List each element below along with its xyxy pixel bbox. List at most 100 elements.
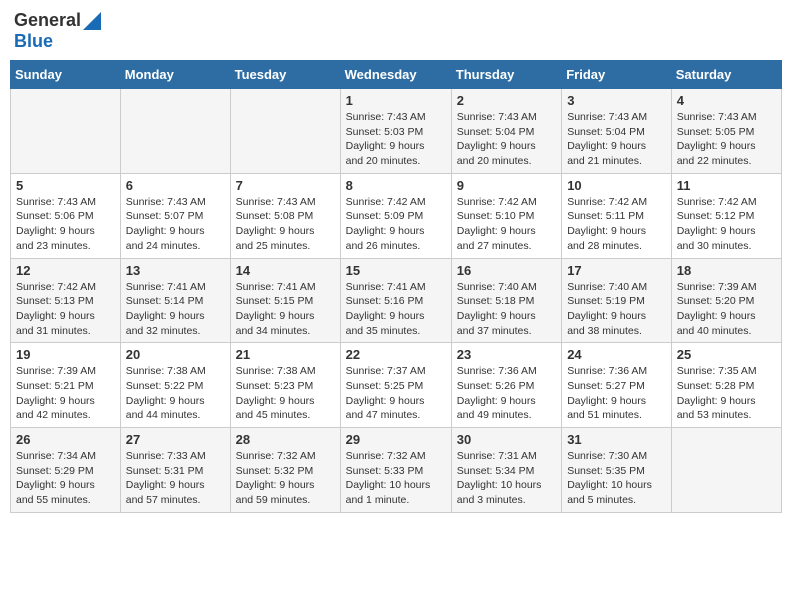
- calendar-cell: 12 Sunrise: 7:42 AM Sunset: 5:13 PM Dayli…: [11, 258, 121, 343]
- day-info: Sunrise: 7:30 AM Sunset: 5:35 PM Dayligh…: [567, 449, 666, 508]
- calendar-cell: 25 Sunrise: 7:35 AM Sunset: 5:28 PM Dayli…: [671, 343, 781, 428]
- weekday-header-wednesday: Wednesday: [340, 61, 451, 89]
- calendar-cell: [120, 89, 230, 174]
- calendar-cell: 21Sunrise: 7:38 AM Sunset: 5:23 PM Dayli…: [230, 343, 340, 428]
- calendar-cell: 15 Sunrise: 7:41 AM Sunset: 5:16 PM Dayli…: [340, 258, 451, 343]
- calendar-cell: 6Sunrise: 7:43 AM Sunset: 5:07 PM Daylig…: [120, 173, 230, 258]
- day-info: Sunrise: 7:42 AM Sunset: 5:13 PM Dayligh…: [16, 280, 115, 339]
- calendar-cell: 20 Sunrise: 7:38 AM Sunset: 5:22 PM Dayli…: [120, 343, 230, 428]
- calendar-cell: 22 Sunrise: 7:37 AM Sunset: 5:25 PM Dayli…: [340, 343, 451, 428]
- day-number: 10: [567, 178, 666, 193]
- calendar-cell: 18 Sunrise: 7:39 AM Sunset: 5:20 PM Dayli…: [671, 258, 781, 343]
- day-number: 28: [236, 432, 335, 447]
- day-number: 2: [457, 93, 556, 108]
- day-info: Sunrise: 7:33 AM Sunset: 5:31 PM Dayligh…: [126, 449, 225, 508]
- day-info: Sunrise: 7:39 AM Sunset: 5:20 PM Dayligh…: [677, 280, 776, 339]
- day-number: 7: [236, 178, 335, 193]
- day-number: 23: [457, 347, 556, 362]
- day-number: 5: [16, 178, 115, 193]
- logo-general-text: General: [14, 10, 81, 31]
- day-number: 9: [457, 178, 556, 193]
- day-info: Sunrise: 7:42 AM Sunset: 5:11 PM Dayligh…: [567, 195, 666, 254]
- day-info: Sunrise: 7:37 AM Sunset: 5:25 PM Dayligh…: [346, 364, 446, 423]
- day-number: 14: [236, 263, 335, 278]
- weekday-header-thursday: Thursday: [451, 61, 561, 89]
- calendar-cell: 11 Sunrise: 7:42 AM Sunset: 5:12 PM Dayli…: [671, 173, 781, 258]
- calendar-cell: 31Sunrise: 7:30 AM Sunset: 5:35 PM Dayli…: [562, 428, 672, 513]
- day-info: Sunrise: 7:43 AM Sunset: 5:04 PM Dayligh…: [457, 110, 556, 169]
- calendar-cell: 1 Sunrise: 7:43 AM Sunset: 5:03 PM Daylig…: [340, 89, 451, 174]
- day-info: Sunrise: 7:32 AM Sunset: 5:32 PM Dayligh…: [236, 449, 335, 508]
- day-info: Sunrise: 7:35 AM Sunset: 5:28 PM Dayligh…: [677, 364, 776, 423]
- day-info: Sunrise: 7:41 AM Sunset: 5:16 PM Dayligh…: [346, 280, 446, 339]
- calendar-cell: 10 Sunrise: 7:42 AM Sunset: 5:11 PM Dayli…: [562, 173, 672, 258]
- calendar-cell: 13Sunrise: 7:41 AM Sunset: 5:14 PM Dayli…: [120, 258, 230, 343]
- calendar-week-row: 26 Sunrise: 7:34 AM Sunset: 5:29 PM Dayli…: [11, 428, 782, 513]
- day-info: Sunrise: 7:32 AM Sunset: 5:33 PM Dayligh…: [346, 449, 446, 508]
- calendar-header-row: SundayMondayTuesdayWednesdayThursdayFrid…: [11, 61, 782, 89]
- calendar-cell: 9 Sunrise: 7:42 AM Sunset: 5:10 PM Daylig…: [451, 173, 561, 258]
- day-info: Sunrise: 7:42 AM Sunset: 5:10 PM Dayligh…: [457, 195, 556, 254]
- calendar-week-row: 1 Sunrise: 7:43 AM Sunset: 5:03 PM Daylig…: [11, 89, 782, 174]
- weekday-header-monday: Monday: [120, 61, 230, 89]
- day-number: 25: [677, 347, 776, 362]
- weekday-header-saturday: Saturday: [671, 61, 781, 89]
- day-number: 1: [346, 93, 446, 108]
- day-number: 11: [677, 178, 776, 193]
- day-info: Sunrise: 7:42 AM Sunset: 5:12 PM Dayligh…: [677, 195, 776, 254]
- day-info: Sunrise: 7:40 AM Sunset: 5:19 PM Dayligh…: [567, 280, 666, 339]
- day-info: Sunrise: 7:36 AM Sunset: 5:27 PM Dayligh…: [567, 364, 666, 423]
- day-info: Sunrise: 7:43 AM Sunset: 5:05 PM Dayligh…: [677, 110, 776, 169]
- day-info: Sunrise: 7:39 AM Sunset: 5:21 PM Dayligh…: [16, 364, 115, 423]
- day-number: 3: [567, 93, 666, 108]
- day-number: 27: [126, 432, 225, 447]
- calendar-cell: 28 Sunrise: 7:32 AM Sunset: 5:32 PM Dayli…: [230, 428, 340, 513]
- day-number: 16: [457, 263, 556, 278]
- day-number: 12: [16, 263, 115, 278]
- day-info: Sunrise: 7:36 AM Sunset: 5:26 PM Dayligh…: [457, 364, 556, 423]
- page-header: General Blue: [10, 10, 782, 52]
- calendar-cell: 17 Sunrise: 7:40 AM Sunset: 5:19 PM Dayli…: [562, 258, 672, 343]
- logo-triangle-icon: [83, 12, 101, 30]
- day-info: Sunrise: 7:43 AM Sunset: 5:06 PM Dayligh…: [16, 195, 115, 254]
- day-info: Sunrise: 7:41 AM Sunset: 5:14 PM Dayligh…: [126, 280, 225, 339]
- day-number: 6: [126, 178, 225, 193]
- calendar-cell: 7Sunrise: 7:43 AM Sunset: 5:08 PM Daylig…: [230, 173, 340, 258]
- calendar-week-row: 5 Sunrise: 7:43 AM Sunset: 5:06 PM Daylig…: [11, 173, 782, 258]
- day-number: 4: [677, 93, 776, 108]
- day-number: 18: [677, 263, 776, 278]
- day-info: Sunrise: 7:34 AM Sunset: 5:29 PM Dayligh…: [16, 449, 115, 508]
- day-info: Sunrise: 7:40 AM Sunset: 5:18 PM Dayligh…: [457, 280, 556, 339]
- day-number: 22: [346, 347, 446, 362]
- weekday-header-friday: Friday: [562, 61, 672, 89]
- day-number: 17: [567, 263, 666, 278]
- calendar-cell: 14 Sunrise: 7:41 AM Sunset: 5:15 PM Dayli…: [230, 258, 340, 343]
- calendar-cell: [11, 89, 121, 174]
- day-info: Sunrise: 7:43 AM Sunset: 5:04 PM Dayligh…: [567, 110, 666, 169]
- calendar-cell: 4 Sunrise: 7:43 AM Sunset: 5:05 PM Daylig…: [671, 89, 781, 174]
- day-info: Sunrise: 7:31 AM Sunset: 5:34 PM Dayligh…: [457, 449, 556, 508]
- day-info: Sunrise: 7:42 AM Sunset: 5:09 PM Dayligh…: [346, 195, 446, 254]
- calendar-cell: 30 Sunrise: 7:31 AM Sunset: 5:34 PM Dayli…: [451, 428, 561, 513]
- calendar-cell: [230, 89, 340, 174]
- calendar-cell: 26 Sunrise: 7:34 AM Sunset: 5:29 PM Dayli…: [11, 428, 121, 513]
- calendar-cell: [671, 428, 781, 513]
- logo-blue-text: Blue: [14, 31, 53, 52]
- calendar-cell: 24 Sunrise: 7:36 AM Sunset: 5:27 PM Dayli…: [562, 343, 672, 428]
- calendar-table: SundayMondayTuesdayWednesdayThursdayFrid…: [10, 60, 782, 513]
- day-info: Sunrise: 7:43 AM Sunset: 5:03 PM Dayligh…: [346, 110, 446, 169]
- calendar-week-row: 12 Sunrise: 7:42 AM Sunset: 5:13 PM Dayli…: [11, 258, 782, 343]
- day-info: Sunrise: 7:38 AM Sunset: 5:22 PM Dayligh…: [126, 364, 225, 423]
- day-number: 19: [16, 347, 115, 362]
- day-number: 24: [567, 347, 666, 362]
- day-info: Sunrise: 7:41 AM Sunset: 5:15 PM Dayligh…: [236, 280, 335, 339]
- day-number: 30: [457, 432, 556, 447]
- day-number: 15: [346, 263, 446, 278]
- calendar-cell: 16 Sunrise: 7:40 AM Sunset: 5:18 PM Dayli…: [451, 258, 561, 343]
- calendar-cell: 2 Sunrise: 7:43 AM Sunset: 5:04 PM Daylig…: [451, 89, 561, 174]
- day-number: 20: [126, 347, 225, 362]
- calendar-cell: 27 Sunrise: 7:33 AM Sunset: 5:31 PM Dayli…: [120, 428, 230, 513]
- calendar-cell: 29Sunrise: 7:32 AM Sunset: 5:33 PM Dayli…: [340, 428, 451, 513]
- logo: General Blue: [14, 10, 101, 52]
- day-number: 26: [16, 432, 115, 447]
